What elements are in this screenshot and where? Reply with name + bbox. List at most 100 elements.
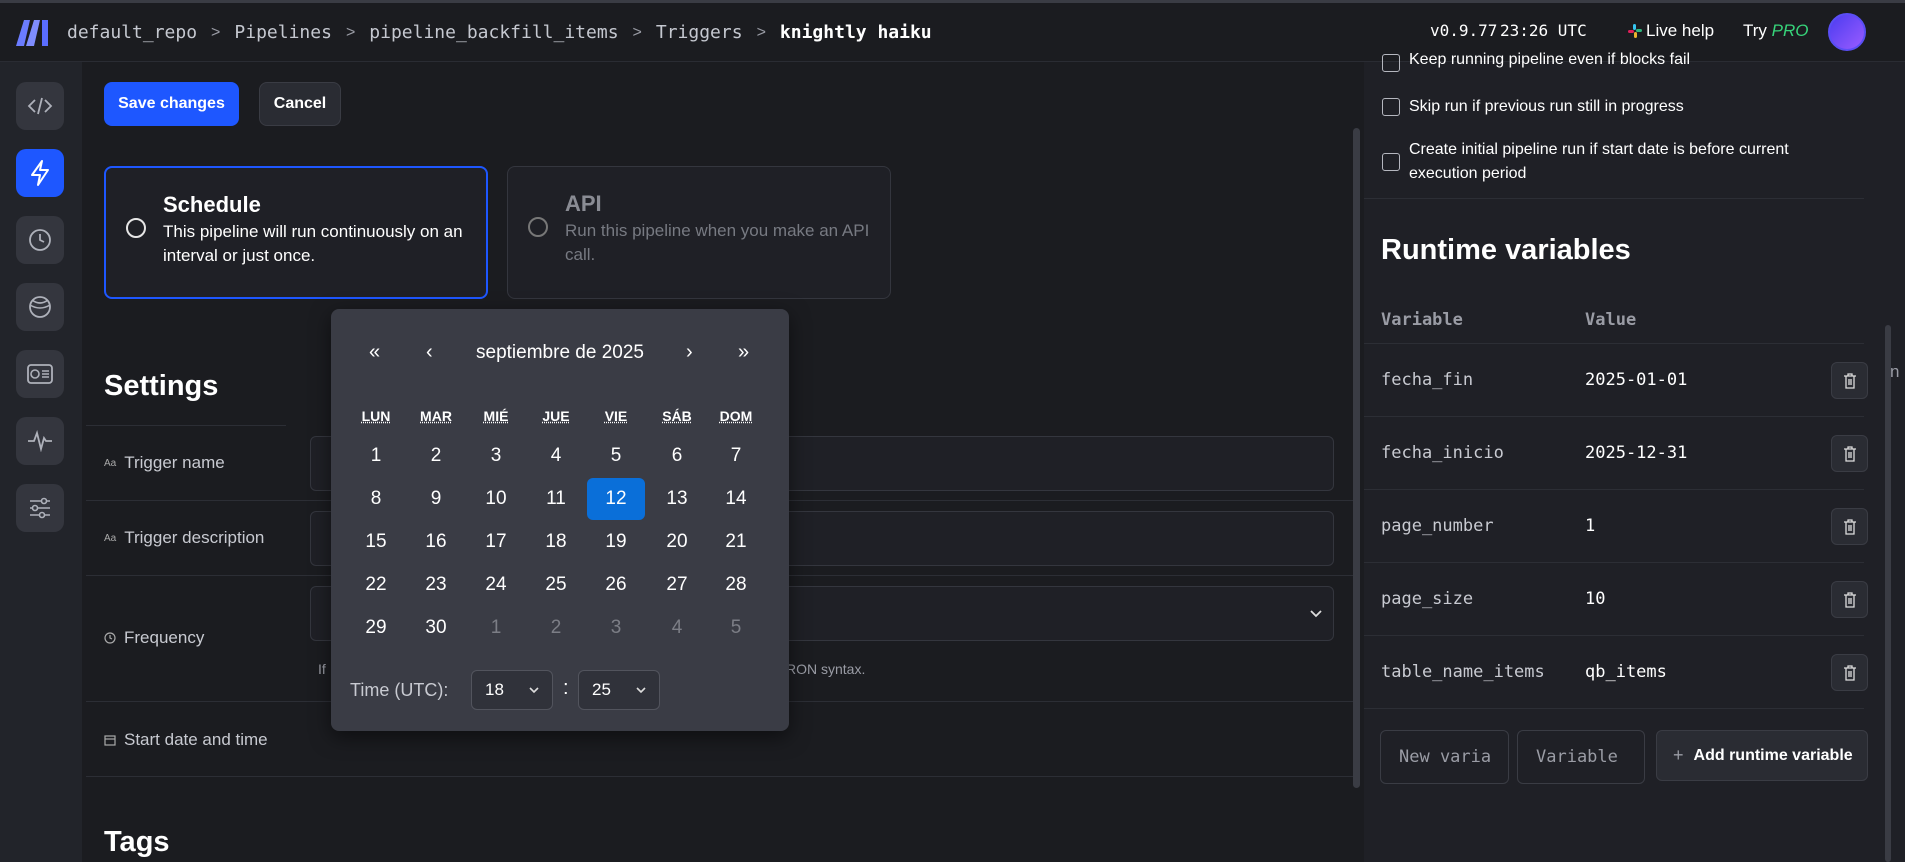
minute-value: 25 [592,680,611,699]
hour-select[interactable]: 18 [471,670,553,710]
calendar-day[interactable]: 30 [407,607,465,649]
calendar-day[interactable]: 5 [707,607,765,649]
api-radio[interactable] [528,217,548,237]
trash-icon [1843,445,1856,462]
live-help-button[interactable]: Live help [1628,21,1714,41]
trigger-description-label: Aa Trigger description [104,528,264,548]
calendar-day[interactable]: 19 [587,521,645,563]
breadcrumb-repo[interactable]: default_repo [67,22,197,43]
calendar-day[interactable]: 1 [467,607,525,649]
delete-variable-button[interactable] [1831,581,1868,618]
calendar-day[interactable]: 21 [707,521,765,563]
calendar-day[interactable]: 2 [407,435,465,477]
calendar-day[interactable]: 12 [587,478,645,520]
save-button[interactable]: Save changes [104,82,239,126]
schedule-description: This pipeline will run continuously on a… [163,222,463,265]
breadcrumb-triggers[interactable]: Triggers [656,22,743,43]
calendar-day[interactable]: 5 [587,435,645,477]
schedule-radio[interactable] [126,218,146,238]
delete-variable-button[interactable] [1831,654,1868,691]
runtime-variable-row: fecha_inicio 2025-12-31 [1364,416,1868,489]
breadcrumb-pipeline[interactable]: pipeline_backfill_items [369,22,618,43]
next-month-button[interactable]: › [686,341,693,364]
calendar-day[interactable]: 7 [707,435,765,477]
keep-running-checkbox[interactable] [1382,54,1400,72]
lightning-icon[interactable] [16,149,64,197]
calendar-day[interactable]: 25 [527,564,585,606]
delete-variable-button[interactable] [1831,362,1868,399]
chevron-down-icon [636,687,646,694]
new-variable-name-input[interactable]: New varia [1380,730,1509,784]
globe-icon[interactable] [16,283,64,331]
weekday-label: VIE [604,408,628,424]
api-title: API [565,191,602,216]
new-variable-value-input[interactable]: Variable [1517,730,1645,784]
schedule-option-card[interactable]: Schedule This pipeline will run continuo… [104,166,488,299]
next-year-button[interactable]: » [738,341,749,364]
calendar-day[interactable]: 9 [407,478,465,520]
keep-running-label: Keep running pipeline even if blocks fai… [1409,51,1691,68]
calendar-day[interactable]: 28 [707,564,765,606]
calendar-day[interactable]: 27 [648,564,706,606]
skip-run-checkbox[interactable] [1382,98,1400,116]
chevron-down-icon [529,687,539,694]
left-sidebar [0,62,82,862]
sliders-icon[interactable] [16,484,64,532]
calendar-day[interactable]: 20 [648,521,706,563]
calendar-day[interactable]: 14 [707,478,765,520]
chevron-down-icon [1310,610,1322,618]
delete-variable-button[interactable] [1831,435,1868,472]
add-runtime-variable-button[interactable]: + Add runtime variable [1656,730,1868,781]
value-column-header: Value [1585,310,1637,330]
start-date-label-text: Start date and time [124,730,268,749]
calendar-day[interactable]: 2 [527,607,585,649]
clock-small-icon [104,632,116,644]
calendar-day[interactable]: 15 [347,521,405,563]
calendar-day[interactable]: 17 [467,521,525,563]
calendar-day[interactable]: 8 [347,478,405,520]
calendar-day[interactable]: 4 [648,607,706,649]
variable-value: qb_items [1585,662,1667,682]
delete-variable-button[interactable] [1831,508,1868,545]
calendar-day[interactable]: 6 [648,435,706,477]
divider [86,425,286,426]
activity-icon[interactable] [16,417,64,465]
variable-name: page_number [1381,516,1494,536]
calendar-day[interactable]: 29 [347,607,405,649]
weekday-label: MIÉ [483,408,509,424]
calendar-day[interactable]: 3 [467,435,525,477]
calendar-day[interactable]: 11 [527,478,585,520]
code-icon[interactable] [16,82,64,130]
weekday-label: JUE [542,408,570,424]
breadcrumb-pipelines[interactable]: Pipelines [234,22,332,43]
right-panel-scrollbar[interactable] [1885,325,1891,862]
cancel-button[interactable]: Cancel [259,82,341,126]
divider [1364,198,1864,199]
minute-select[interactable]: 25 [578,670,660,710]
divider [86,776,1354,777]
calendar-small-icon [104,735,116,746]
calendar-day[interactable]: 16 [407,521,465,563]
main-scrollbar[interactable] [1353,128,1360,788]
api-option-card[interactable]: API Run this pipeline when you make an A… [507,166,891,299]
clock-label: 23:26 UTC [1500,21,1587,40]
calendar-day[interactable]: 26 [587,564,645,606]
calendar-day[interactable]: 3 [587,607,645,649]
mage-logo-icon[interactable] [16,20,50,46]
create-initial-checkbox[interactable] [1382,153,1400,171]
calendar-day[interactable]: 23 [407,564,465,606]
create-initial-label: Create initial pipeline run if start dat… [1409,141,1789,182]
storage-icon[interactable] [16,350,64,398]
avatar[interactable] [1828,13,1866,51]
calendar-day[interactable]: 24 [467,564,525,606]
calendar-day[interactable]: 1 [347,435,405,477]
pro-label: PRO [1771,21,1809,40]
runtime-variable-row: table_name_items qb_items [1364,635,1868,708]
calendar-day[interactable]: 22 [347,564,405,606]
clock-icon[interactable] [16,216,64,264]
calendar-day[interactable]: 13 [648,478,706,520]
calendar-day[interactable]: 4 [527,435,585,477]
calendar-day[interactable]: 10 [467,478,525,520]
calendar-day[interactable]: 18 [527,521,585,563]
try-pro-button[interactable]: Try PRO [1743,21,1809,41]
